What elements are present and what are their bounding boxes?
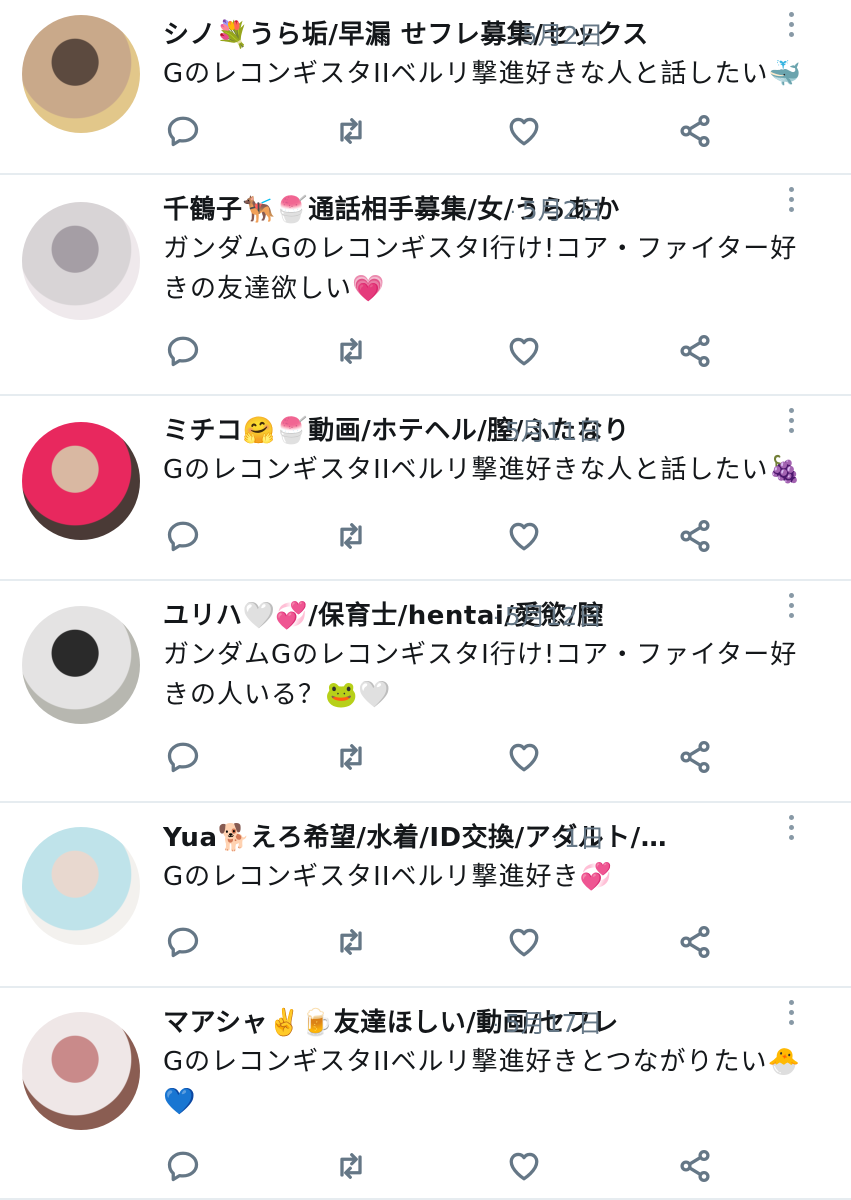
separator-dot: · bbox=[510, 26, 516, 48]
tweet-text: ガンダムGのレコンギスタI行け!コア・ファイター好きの友達欲しい💗 bbox=[163, 234, 798, 304]
share-icon[interactable] bbox=[677, 113, 717, 153]
tweet[interactable]: ユリハ🤍💞/保育士/hentai/愛慾/膣 · 5月12日 ガンダムGのレコンギス… bbox=[0, 581, 851, 803]
separator-dot: · bbox=[510, 201, 516, 223]
share-icon[interactable] bbox=[677, 333, 717, 373]
retweet-icon[interactable] bbox=[333, 924, 373, 964]
timestamp[interactable]: · 5月2日 bbox=[510, 191, 604, 227]
tweet-actions bbox=[0, 739, 851, 783]
tweet-actions bbox=[0, 518, 851, 562]
avatar[interactable] bbox=[22, 606, 140, 724]
reply-icon[interactable] bbox=[165, 739, 205, 779]
timestamp[interactable]: · 5月17日 bbox=[493, 1004, 602, 1040]
tweet[interactable]: シノ💐うら垢/早漏 せフレ募集/セックス · 5月2日 GのレコンギスタIIベルリ… bbox=[0, 0, 851, 175]
tweet[interactable]: 千鶴子🐕‍🦺🍧通話相手募集/女/うらあか · 5月2日 ガンダムGのレコンギスタI… bbox=[0, 175, 851, 396]
timestamp-text: 5月12日 bbox=[504, 602, 603, 631]
reply-icon[interactable] bbox=[165, 333, 205, 373]
tweet-text: GのレコンギスタIIベルリ撃進好きな人と話したい🍇 bbox=[163, 455, 802, 485]
tweet-header: シノ💐うら垢/早漏 せフレ募集/セックス · 5月2日 bbox=[163, 12, 831, 54]
separator-dot: · bbox=[493, 1014, 499, 1036]
tweet-actions bbox=[0, 113, 851, 157]
tweet-actions bbox=[0, 924, 851, 968]
timestamp-text: 5月17日 bbox=[504, 1009, 603, 1038]
tweet-header: ユリハ🤍💞/保育士/hentai/愛慾/膣 · 5月12日 bbox=[163, 593, 831, 635]
heart-icon[interactable] bbox=[506, 113, 546, 153]
heart-icon[interactable] bbox=[506, 518, 546, 558]
more-vertical-icon[interactable] bbox=[781, 996, 801, 1030]
more-vertical-icon[interactable] bbox=[781, 811, 801, 845]
more-vertical-icon[interactable] bbox=[781, 589, 801, 623]
more-vertical-icon[interactable] bbox=[781, 8, 801, 42]
heart-icon[interactable] bbox=[506, 924, 546, 964]
tweet[interactable]: Yua🐕えろ希望/水着/ID交換/アダルト/ポルノ · 1日 GのレコンギスタII… bbox=[0, 803, 851, 988]
reply-icon[interactable] bbox=[165, 113, 205, 153]
tweet-text: ガンダムGのレコンギスタI行け!コア・ファイター好きの人いる？🐸🤍 bbox=[163, 640, 798, 710]
retweet-icon[interactable] bbox=[333, 333, 373, 373]
retweet-icon[interactable] bbox=[333, 739, 373, 779]
heart-icon[interactable] bbox=[506, 739, 546, 779]
tweet-text: GのレコンギスタIIベルリ撃進好きな人と話したい🐳 bbox=[163, 59, 802, 89]
retweet-icon[interactable] bbox=[333, 1148, 373, 1188]
timestamp[interactable]: · 5月12日 bbox=[493, 597, 602, 633]
heart-icon[interactable] bbox=[506, 1148, 546, 1188]
separator-dot: · bbox=[493, 422, 499, 444]
more-vertical-icon[interactable] bbox=[781, 404, 801, 438]
timestamp-text: 5月2日 bbox=[521, 21, 604, 50]
separator-dot: · bbox=[493, 607, 499, 629]
tweet-actions bbox=[0, 333, 851, 377]
tweet-header: ミチコ🤗🍧動画/ホテヘル/膣/ふたなり · 5月11日 bbox=[163, 408, 831, 450]
timestamp-text: 5月11日 bbox=[504, 417, 603, 446]
avatar[interactable] bbox=[22, 1012, 140, 1130]
share-icon[interactable] bbox=[677, 924, 717, 964]
tweet[interactable]: ミチコ🤗🍧動画/ホテヘル/膣/ふたなり · 5月11日 GのレコンギスタIIベルリ… bbox=[0, 396, 851, 581]
timestamp-text: 1日 bbox=[563, 824, 605, 853]
share-icon[interactable] bbox=[677, 1148, 717, 1188]
tweet-text: GのレコンギスタIIベルリ撃進好きとつながりたい🐣💙 bbox=[163, 1047, 801, 1117]
share-icon[interactable] bbox=[677, 739, 717, 779]
retweet-icon[interactable] bbox=[333, 518, 373, 558]
tweet[interactable]: マアシャ✌️🍺友達ほしい/動画/セフレ · 5月17日 GのレコンギスタIIベルリ… bbox=[0, 988, 851, 1200]
tweet-actions bbox=[0, 1148, 851, 1192]
retweet-icon[interactable] bbox=[333, 113, 373, 153]
tweet-header: 千鶴子🐕‍🦺🍧通話相手募集/女/うらあか · 5月2日 bbox=[163, 187, 831, 229]
more-vertical-icon[interactable] bbox=[781, 183, 801, 217]
heart-icon[interactable] bbox=[506, 333, 546, 373]
reply-icon[interactable] bbox=[165, 1148, 205, 1188]
avatar[interactable] bbox=[22, 202, 140, 320]
timestamp[interactable]: · 5月2日 bbox=[510, 16, 604, 52]
tweet-text: GのレコンギスタIIベルリ撃進好き💞 bbox=[163, 862, 613, 892]
separator-dot: · bbox=[552, 829, 558, 851]
reply-icon[interactable] bbox=[165, 924, 205, 964]
share-icon[interactable] bbox=[677, 518, 717, 558]
timestamp[interactable]: · 5月11日 bbox=[493, 412, 602, 448]
tweet-header: マアシャ✌️🍺友達ほしい/動画/セフレ · 5月17日 bbox=[163, 1000, 831, 1042]
timestamp-text: 5月2日 bbox=[521, 196, 604, 225]
tweet-header: Yua🐕えろ希望/水着/ID交換/アダルト/ポルノ · 1日 bbox=[163, 815, 831, 857]
timestamp[interactable]: · 1日 bbox=[552, 819, 605, 855]
reply-icon[interactable] bbox=[165, 518, 205, 558]
